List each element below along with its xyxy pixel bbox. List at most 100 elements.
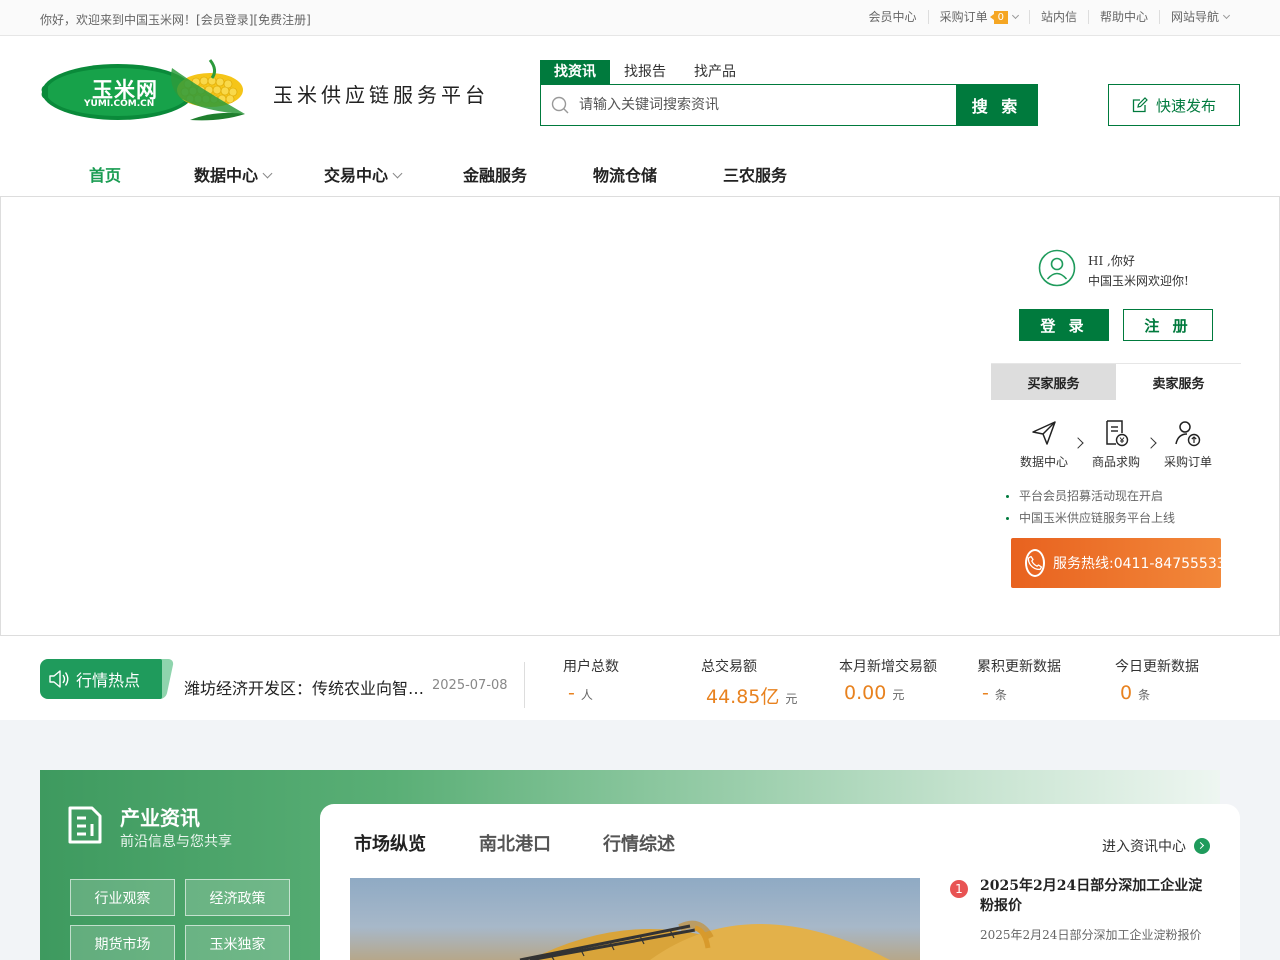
search-icon <box>541 85 579 125</box>
category-futures-market[interactable]: 期货市场 <box>70 925 175 960</box>
news-title[interactable]: 2025年2月24日部分深加工企业淀粉报价 <box>980 876 1210 916</box>
news-summary: 2025年2月24日部分深加工企业淀粉报价 <box>980 928 1202 942</box>
nav-data-center-label: 数据中心 <box>194 166 259 185</box>
nav-data-center[interactable]: 数据中心 <box>194 158 273 194</box>
welcome-text-panel: 中国玉米网欢迎你! <box>1088 274 1189 288</box>
paper-plane-icon <box>1032 421 1056 445</box>
category-industry-watch[interactable]: 行业观察 <box>70 879 175 916</box>
stat-label: 累积更新数据 <box>977 659 1061 675</box>
shortcut-purchase-orders-label: 采购订单 <box>1163 455 1212 469</box>
site-messages-label: 站内信 <box>1040 10 1077 24</box>
shortcut-product-request[interactable]: 商品求购 <box>1080 419 1152 470</box>
news-list-item[interactable]: 1 2025年2月24日部分深加工企业淀粉报价 2025年2月24日部分深加工企… <box>950 876 1210 943</box>
shortcut-data-center-label: 数据中心 <box>1019 455 1068 469</box>
site-logo[interactable]: 玉米网 YUMI.COM.CN <box>40 58 250 124</box>
register-button[interactable]: 注 册 <box>1123 309 1213 341</box>
stats-strip: 行情热点 潍坊经济开发区：传统农业向智慧农业转型 2025-07-08 用户总数… <box>0 636 1280 720</box>
tab-buyer-service[interactable]: 买家服务 <box>991 364 1116 400</box>
purchase-orders-label: 采购订单 <box>939 10 988 24</box>
stat-label: 总交易额 <box>701 659 757 675</box>
market-hot-label: 行情热点 <box>76 671 141 690</box>
stat-value: - <box>568 682 575 704</box>
help-center-link[interactable]: 帮助中心 <box>1087 10 1159 24</box>
hot-news-link[interactable]: 潍坊经济开发区：传统农业向智慧农业转型 <box>184 675 428 699</box>
stat-cumulative-data: 累积更新数据 -条 <box>977 656 1061 704</box>
purchase-orders-link[interactable]: 采购订单 0 <box>927 10 1029 24</box>
notice-list: 平台会员招募活动现在开启 中国玉米供应链服务平台上线 <box>1005 485 1175 529</box>
stat-value: 0.00 <box>844 682 887 704</box>
enter-news-center-link[interactable]: 进入资讯中心 <box>1102 836 1210 856</box>
site-nav-link[interactable]: 网站导航 <box>1158 10 1240 24</box>
search-tab-reports[interactable]: 找报告 <box>610 60 680 84</box>
member-center-label: 会员中心 <box>868 10 917 24</box>
shortcut-data-center[interactable]: 数据中心 <box>1008 419 1080 470</box>
phone-icon <box>1025 549 1045 577</box>
stat-today-data: 今日更新数据 0条 <box>1115 656 1199 704</box>
nav-agriculture-label: 三农服务 <box>723 166 788 185</box>
user-panel: HI ,你好 中国玉米网欢迎你! 登 录 注 册 买家服务 卖家服务 数据中心 … <box>991 197 1241 637</box>
document-yen-icon <box>1106 420 1129 447</box>
help-center-label: 帮助中心 <box>1099 10 1148 24</box>
news-photo[interactable] <box>350 878 920 960</box>
stat-unit: 元 <box>785 692 798 706</box>
stat-label: 今日更新数据 <box>1115 659 1199 675</box>
user-greeting: HI ,你好 中国玉米网欢迎你! <box>1088 251 1189 291</box>
nav-home-label: 首页 <box>89 166 122 185</box>
top-links: 会员中心 采购订单 0 站内信 帮助中心 网站导航 <box>858 10 1240 24</box>
chevron-down-icon <box>1222 11 1231 19</box>
category-economic-policy[interactable]: 经济政策 <box>185 879 290 916</box>
hero-banner: HI ,你好 中国玉米网欢迎你! 登 录 注 册 买家服务 卖家服务 数据中心 … <box>0 196 1280 636</box>
chevron-down-icon <box>262 168 273 179</box>
document-icon <box>66 804 104 846</box>
order-count-badge: 0 <box>989 10 1008 24</box>
nav-agriculture[interactable]: 三农服务 <box>723 158 787 194</box>
user-upload-icon <box>1175 421 1201 447</box>
enter-news-center-label: 进入资讯中心 <box>1102 839 1186 855</box>
user-avatar-icon <box>1038 249 1076 287</box>
arrow-circle-icon <box>1194 838 1210 854</box>
tab-market-review[interactable]: 行情综述 <box>603 830 675 856</box>
hotline-text: 服务热线:0411-84755533 <box>1053 556 1226 572</box>
notice-item[interactable]: 平台会员招募活动现在开启 <box>1005 485 1175 507</box>
stat-value: 0 <box>1120 682 1133 704</box>
stat-label: 本月新增交易额 <box>839 659 937 675</box>
badge-body: 行情热点 <box>40 659 162 699</box>
free-register-link[interactable]: [免费注册] <box>253 13 310 27</box>
stat-label: 用户总数 <box>563 659 619 675</box>
stat-value: - <box>982 682 989 704</box>
nav-finance-label: 金融服务 <box>463 166 528 185</box>
search-input[interactable] <box>579 85 956 125</box>
tab-seller-service[interactable]: 卖家服务 <box>1116 364 1241 400</box>
category-corn-exclusive[interactable]: 玉米独家 <box>185 925 290 960</box>
tab-market-overview[interactable]: 市场纵览 <box>350 830 430 862</box>
quick-publish-button[interactable]: 快速发布 <box>1108 84 1240 126</box>
login-button[interactable]: 登 录 <box>1019 309 1109 341</box>
divider <box>524 662 525 708</box>
nav-logistics-label: 物流仓储 <box>593 166 658 185</box>
search-tab-news[interactable]: 找资讯 <box>540 60 610 84</box>
service-hotline[interactable]: 服务热线:0411-84755533 <box>1011 538 1226 588</box>
site-messages-link[interactable]: 站内信 <box>1028 10 1088 24</box>
welcome-message: 你好，欢迎来到中国玉米网！ <box>40 13 197 27</box>
quick-publish-label: 快速发布 <box>1155 96 1216 115</box>
stat-unit: 条 <box>1138 688 1151 702</box>
notice-item[interactable]: 中国玉米供应链服务平台上线 <box>1005 507 1175 529</box>
member-login-link[interactable]: [会员登录] <box>196 13 253 27</box>
industry-subtitle: 前沿信息与您共享 <box>120 834 232 850</box>
nav-trade-center[interactable]: 交易中心 <box>324 158 403 194</box>
member-center-link[interactable]: 会员中心 <box>858 10 928 24</box>
search-button[interactable]: 搜 索 <box>956 85 1037 125</box>
nav-logistics[interactable]: 物流仓储 <box>593 158 657 194</box>
nav-finance[interactable]: 金融服务 <box>463 158 527 194</box>
welcome-text: 你好，欢迎来到中国玉米网！[会员登录][免费注册] <box>40 11 311 28</box>
chevron-down-icon <box>1011 11 1019 19</box>
industry-title: 产业资讯 <box>120 806 200 830</box>
shortcut-purchase-orders[interactable]: 采购订单 <box>1152 419 1224 470</box>
nav-home[interactable]: 首页 <box>89 158 121 194</box>
search-tab-products[interactable]: 找产品 <box>680 60 750 84</box>
news-rank-badge: 1 <box>950 880 968 898</box>
service-tabs: 买家服务 卖家服务 <box>991 363 1241 400</box>
stat-total-volume: 总交易额 44.85亿元 <box>701 656 797 709</box>
tab-ports[interactable]: 南北港口 <box>479 830 551 856</box>
top-bar: 你好，欢迎来到中国玉米网！[会员登录][免费注册] 会员中心 采购订单 0 站内信… <box>0 0 1280 36</box>
